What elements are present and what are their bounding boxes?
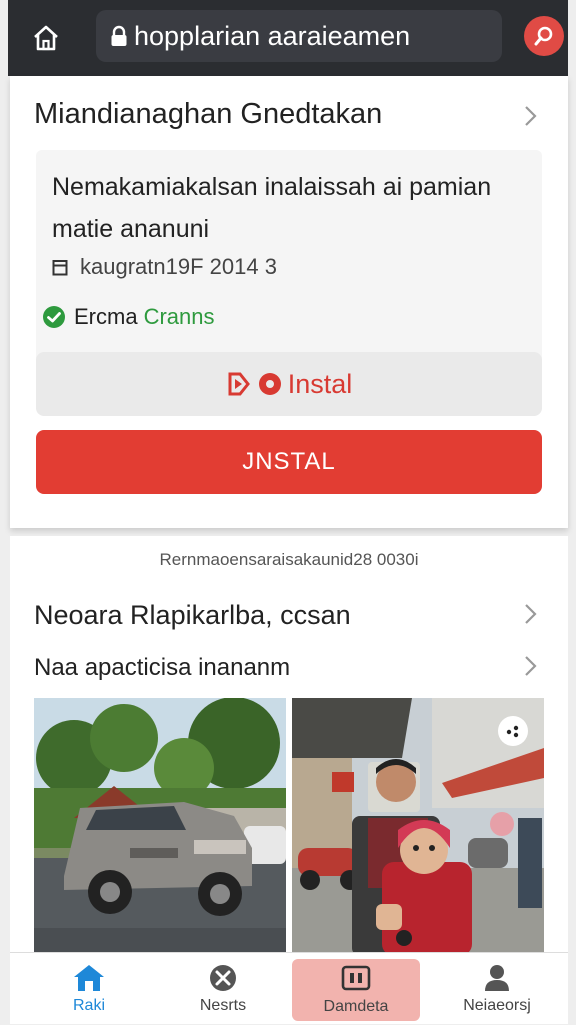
photo-street[interactable] [292,698,544,956]
search-icon [534,26,553,46]
nav-item-label: Raki [72,997,105,1014]
home-icon [72,963,106,993]
status-label: Ercma [74,304,138,329]
app-card: Miandianaghan Gnedtakan Nemakamiakalsan … [10,76,568,528]
nav-item-device[interactable]: Damdeta [292,959,420,1021]
related-section: Rernmaoensaraisakaunid28 0030i Neoara Rl… [10,536,568,956]
profile-button[interactable] [524,16,564,56]
chevron-right-icon[interactable] [520,104,540,128]
photo-car[interactable] [34,698,286,956]
nav-item-label: Damdeta [323,998,389,1015]
dots-icon [506,725,519,738]
lock-icon [110,25,128,47]
status-value: Cranns [143,304,215,329]
check-circle-icon [42,305,66,329]
install-button[interactable]: JNSTAL [36,430,542,494]
app-date-row: kaugratn19F 2014 3 [52,254,277,280]
app-status-row: Ercma Cranns [42,304,214,330]
more-options-button[interactable] [498,716,528,746]
install-secondary-button[interactable]: Instal [36,352,542,416]
home-icon [34,25,58,51]
section-caption: Rernmaoensaraisakaunid28 0030i [159,550,419,569]
nav-item-label: Neiaeorsj [463,997,531,1014]
address-bar[interactable]: hopplarian aaraieamen [96,10,502,62]
nav-item-home[interactable]: Raki [34,953,144,1025]
play-icon [226,369,282,399]
section-subtitle[interactable]: Naa apacticisa inananm [34,654,290,682]
browser-toolbar: hopplarian aaraieamen [8,0,568,76]
nav-item-label: Nesrts [199,997,247,1014]
install-secondary-label: Instal [287,368,353,399]
app-date: kaugratn19F 2014 3 [80,254,277,279]
section-title[interactable]: Neoara Rlapikarlba, ccsan [34,600,351,631]
calendar-icon [52,258,68,276]
chevron-right-icon[interactable] [520,602,540,626]
app-description: Nemakamiakalsan inalaissah ai pamian mat… [52,173,492,243]
person-icon [483,963,511,993]
nav-item-account[interactable]: Neiaeorsj [442,953,552,1025]
nav-item-news[interactable]: Nesrts [168,953,278,1025]
device-icon [341,964,371,994]
url-text: hopplarian aaraieamen [134,20,411,51]
close-circle-icon [208,963,238,993]
install-button-label: JNSTAL [242,448,336,475]
chevron-right-icon[interactable] [520,654,540,678]
card-title: Miandianaghan Gnedtakan [34,98,383,130]
home-button[interactable] [28,20,64,56]
bottom-navigation: Raki Nesrts Damdeta Neiaeorsj [10,952,568,1024]
